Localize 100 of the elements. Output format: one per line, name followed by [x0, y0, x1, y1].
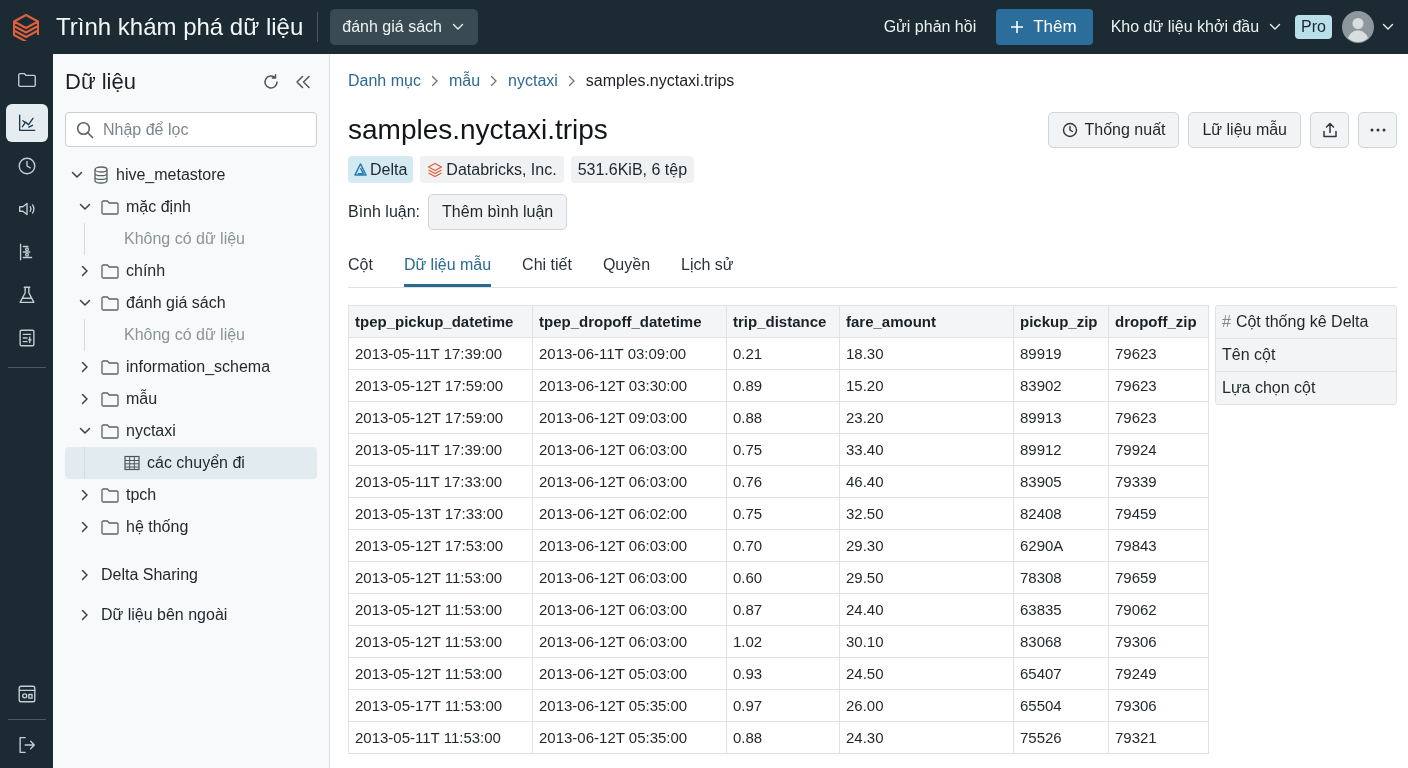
chevron-down-icon: [1269, 23, 1282, 31]
tree-item[interactable]: information_schema: [65, 351, 317, 383]
tree-item[interactable]: hệ thống: [65, 511, 317, 543]
table-cell: 2013-06-12T 05:35:00: [532, 689, 727, 722]
table-cell: 79062: [1108, 593, 1209, 626]
tree-item[interactable]: mẫu: [65, 383, 317, 415]
share-button[interactable]: [1310, 112, 1349, 148]
table-cell: 2013-06-11T 03:09:00: [532, 337, 727, 370]
tree-item[interactable]: mặc định: [65, 191, 317, 223]
folder-icon: [101, 295, 119, 311]
filter-field[interactable]: Nhập để lọc: [65, 112, 317, 147]
table-cell: 0.70: [726, 529, 840, 562]
breadcrumb-link[interactable]: nyctaxi: [508, 72, 558, 90]
table-cell: 0.21: [726, 337, 840, 370]
table-cell: 2013-06-12T 06:03:00: [532, 433, 727, 466]
table-cell: 0.89: [726, 369, 840, 402]
tree-item[interactable]: chính: [65, 255, 317, 287]
table-cell: 24.30: [839, 721, 1014, 754]
table-cell: 83068: [1013, 625, 1109, 658]
table-cell: 89912: [1013, 433, 1109, 466]
table-cell: 83905: [1013, 465, 1109, 498]
table-cell: 79623: [1108, 369, 1209, 402]
add-button[interactable]: Thêm: [996, 9, 1093, 45]
table-cell: 0.88: [726, 401, 840, 434]
tree-item[interactable]: hive_metastore: [65, 159, 317, 191]
search-icon: [76, 121, 94, 139]
table-cell: 65407: [1013, 657, 1109, 690]
table-cell: 2013-05-11T 17:39:00: [348, 337, 533, 370]
table-cell: 2013-06-12T 05:35:00: [532, 721, 727, 754]
table-cell: 82408: [1013, 497, 1109, 530]
folder-icon: [101, 391, 119, 407]
sidebar-title: Dữ liệu: [65, 69, 137, 95]
table-cell: 15.20: [839, 369, 1014, 402]
tree-item[interactable]: nyctaxi: [65, 415, 317, 447]
history-button[interactable]: Thống nuất: [1047, 112, 1180, 148]
table-cell: 75526: [1013, 721, 1109, 754]
table-cell: 79659: [1108, 561, 1209, 594]
tab[interactable]: Lịch sử: [681, 244, 734, 287]
tree-item[interactable]: các chuyển đi: [65, 447, 317, 479]
table-cell: 2013-05-13T 17:33:00: [348, 497, 533, 530]
table-cell: 2013-06-12T 09:03:00: [532, 401, 727, 434]
tab[interactable]: Dữ liệu mẫu: [403, 244, 492, 287]
tab[interactable]: Chi tiết: [522, 244, 572, 287]
table-icon: [124, 455, 140, 471]
warehouse-dropdown[interactable]: Kho dữ liệu khởi đầu: [1110, 18, 1282, 36]
upload-icon: [1321, 122, 1338, 138]
tree-item[interactable]: đánh giá sách: [65, 287, 317, 319]
chevron-down-icon: [451, 23, 464, 31]
app-title: Trình khám phá dữ liệu: [56, 13, 304, 41]
chevron-down-icon: [1382, 23, 1394, 31]
feedback-link[interactable]: Gửi phản hồi: [883, 18, 977, 36]
workspace-dropdown[interactable]: đánh giá sách: [330, 9, 478, 45]
tab[interactable]: Cột: [348, 244, 373, 287]
nav-button[interactable]: [5, 104, 48, 142]
tree-item[interactable]: Dữ liệu bên ngoài: [65, 599, 317, 631]
table-cell: 79623: [1108, 337, 1209, 370]
add-comment-button[interactable]: Thêm bình luận: [428, 194, 568, 230]
refresh-icon: [262, 73, 280, 91]
table-cell: 79843: [1108, 529, 1209, 562]
table-cell: 79339: [1108, 465, 1209, 498]
table-cell: 33.40: [839, 433, 1014, 466]
table-cell: 2013-06-12T 06:03:00: [532, 465, 727, 498]
stats-list-item[interactable]: Tên cột: [1216, 339, 1396, 372]
column-header: tpep_dropoff_datetime: [532, 305, 727, 338]
empty-message: Không có dữ liệu: [123, 229, 246, 249]
tree-item[interactable]: Delta Sharing: [65, 559, 317, 591]
database-icon: [93, 166, 109, 184]
table-cell: 79306: [1108, 625, 1209, 658]
sample-data-button[interactable]: Lữ liệu mẫu: [1188, 112, 1301, 148]
table-cell: 2013-06-12T 06:03:00: [532, 561, 727, 594]
table-cell: 0.87: [726, 593, 840, 626]
breadcrumb-link[interactable]: mẫu: [448, 72, 481, 90]
table-cell: 0.75: [726, 497, 840, 530]
table-cell: 2013-05-12T 11:53:00: [348, 561, 533, 594]
table-cell: 2013-05-12T 11:53:00: [348, 593, 533, 626]
breadcrumb-link[interactable]: Danh mục: [348, 72, 421, 90]
account-menu-button[interactable]: [1342, 11, 1394, 43]
folder-icon: [101, 199, 119, 215]
table-cell: 2013-05-17T 11:53:00: [348, 689, 533, 722]
tab[interactable]: Quyền: [602, 244, 651, 287]
folder-icon: [101, 423, 119, 439]
breadcrumb-current: samples.nyctaxi.trips: [585, 72, 735, 90]
table-cell: 2013-05-11T 17:33:00: [348, 465, 533, 498]
table-cell: 89913: [1013, 401, 1109, 434]
column-header: pickup_zip: [1013, 305, 1109, 338]
plan-badge: Pro: [1295, 15, 1332, 39]
size-badge: 531.6KiB, 6 tệp: [570, 156, 695, 183]
comment-label: Bình luận:: [348, 203, 421, 221]
column-header: dropoff_zip: [1108, 305, 1209, 338]
table-cell: 0.75: [726, 433, 840, 466]
table-cell: 26.00: [839, 689, 1014, 722]
stats-list-item[interactable]: Lựa chọn cột: [1216, 372, 1396, 404]
table-cell: 30.10: [839, 625, 1014, 658]
table-cell: 2013-06-12T 06:02:00: [532, 497, 727, 530]
table-cell: 89919: [1013, 337, 1109, 370]
tree-item[interactable]: tpch: [65, 479, 317, 511]
table-cell: 65504: [1013, 689, 1109, 722]
stats-panel-title: Cột thống kê Delta: [1235, 313, 1369, 331]
table-cell: 79249: [1108, 657, 1209, 690]
folder-icon: [101, 359, 119, 375]
